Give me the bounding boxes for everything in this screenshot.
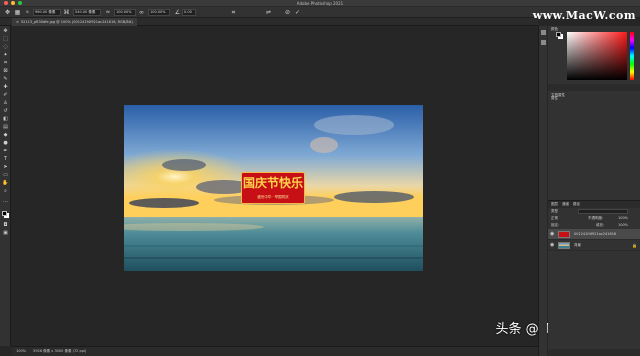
color-picker-field[interactable]: [567, 32, 627, 80]
move-tool-icon[interactable]: ✥: [2, 28, 9, 35]
site-watermark: www.MacW.com: [532, 9, 636, 22]
filter-icons[interactable]: [578, 209, 628, 214]
height-field[interactable]: 540.00 像素: [73, 9, 101, 16]
status-bar: 100% 5926 像素 x 3000 像素 (72 ppi): [12, 346, 538, 356]
panel-icon-strip: [538, 26, 547, 356]
festive-banner[interactable]: 国庆节快乐 盛世中华 · 举国同庆: [241, 172, 305, 204]
dodge-tool-icon[interactable]: ●: [2, 140, 9, 147]
path-selection-icon[interactable]: ➤: [2, 164, 9, 171]
chain-icon[interactable]: ∞: [138, 9, 145, 16]
layer-thumbnail: [558, 242, 570, 249]
blur-tool-icon[interactable]: ◆: [2, 132, 9, 139]
history-brush-icon[interactable]: ↺: [2, 108, 9, 115]
healing-brush-icon[interactable]: ✚: [2, 84, 9, 91]
banner-subtitle: 盛世中华 · 举国同庆: [257, 195, 289, 199]
shape-tool-icon[interactable]: ▭: [2, 172, 9, 179]
eraser-tool-icon[interactable]: ◧: [2, 116, 9, 123]
gradient-tool-icon[interactable]: ▤: [2, 124, 9, 131]
document-tab-label: 52113_pR30dfe.jpg @ 100% (001241f4f921ac…: [20, 20, 133, 24]
layers-panel: 图层 通道 路径 类型 正常 不透明度: 100% 锁定: 填充: 100% ◉: [548, 200, 640, 356]
opacity-value[interactable]: 100%: [618, 215, 628, 222]
right-panels: 颜色 属性 文档属性 图层 通道 路径 类型 正常 不透明度: 100% 锁定:…: [548, 26, 640, 356]
interpolation-icon[interactable]: ⇌: [265, 9, 272, 16]
frame-tool-icon[interactable]: ⊠: [2, 68, 9, 75]
cancel-transform-icon[interactable]: ⊘: [284, 9, 291, 16]
actions-panel-icon[interactable]: [541, 40, 546, 45]
stamp-tool-icon[interactable]: ♙: [2, 100, 9, 107]
foreground-color-swatch[interactable]: [2, 211, 7, 216]
properties-panel: 文档属性: [548, 92, 640, 212]
width-field[interactable]: 960.00 像素: [33, 9, 61, 16]
scale-height-field[interactable]: 100.00%: [148, 9, 170, 16]
layer-thumbnail: [558, 231, 570, 238]
layer-item[interactable]: ◉ 001241f4f921ac241616: [548, 229, 640, 240]
document-info[interactable]: 5926 像素 x 3000 像素 (72 ppi): [33, 349, 86, 353]
reference-point-icon[interactable]: ▦: [14, 9, 21, 16]
tab-paths[interactable]: 路径: [573, 201, 580, 208]
screen-mode-icon[interactable]: ▣: [2, 230, 9, 237]
pen-tool-icon[interactable]: ✒: [2, 148, 9, 155]
options-bar: ✥ ▦ X: 960.00 像素 ⌘ 540.00 像素 W: 100.00% …: [0, 7, 640, 22]
eyedropper-icon[interactable]: ✎: [2, 76, 9, 83]
history-panel-icon[interactable]: [541, 30, 546, 35]
hand-tool-icon[interactable]: ✋: [2, 180, 9, 187]
magic-wand-icon[interactable]: ✦: [2, 52, 9, 59]
layers-tab-bar: 图层 通道 路径: [548, 201, 640, 208]
tab-layers[interactable]: 图层: [551, 201, 558, 208]
app-title: Adobe Photoshop 2021: [296, 1, 344, 6]
fill-value[interactable]: 100%: [618, 222, 628, 229]
zoom-level[interactable]: 100%: [16, 349, 26, 353]
w-label: W:: [106, 10, 111, 14]
more-tools-icon[interactable]: …: [2, 198, 9, 205]
link-icon[interactable]: ⌘: [63, 9, 70, 16]
lock-label: 锁定:: [551, 223, 560, 227]
properties-subtitle: 文档属性: [551, 93, 565, 97]
layer-item[interactable]: ◉ 背景 🔒: [548, 240, 640, 251]
layer-name[interactable]: 001241f4f921ac241616: [574, 229, 616, 240]
brush-tool-icon[interactable]: ✐: [2, 92, 9, 99]
lasso-tool-icon[interactable]: ◌: [2, 44, 9, 51]
tab-channels[interactable]: 通道: [562, 201, 569, 208]
marquee-tool-icon[interactable]: ⬚: [2, 36, 9, 43]
layer-filter-row: 类型: [548, 208, 640, 215]
title-bar: Adobe Photoshop 2021: [0, 0, 640, 7]
document-tab[interactable]: × 52113_pR30dfe.jpg @ 100% (001241f4f921…: [12, 18, 137, 26]
move-tool-icon[interactable]: ✥: [4, 9, 11, 16]
commit-transform-icon[interactable]: ✓: [294, 9, 301, 16]
kind-filter-label[interactable]: 类型: [551, 209, 558, 213]
color-panel: 颜色: [548, 26, 640, 84]
document-tab-bar: × 52113_pR30dfe.jpg @ 100% (001241f4f921…: [0, 18, 538, 26]
scale-width-field[interactable]: 100.00%: [114, 9, 136, 16]
eye-icon[interactable]: ◉: [550, 229, 554, 240]
tools-panel: ✥ ⬚ ◌ ✦ ⌗ ⊠ ✎ ✚ ✐ ♙ ↺ ◧ ▤ ◆ ● ✒ T ➤ ▭ ✋ …: [0, 26, 11, 346]
properties-tab-bar: 属性: [548, 84, 640, 100]
type-tool-icon[interactable]: T: [2, 156, 9, 163]
angle-field[interactable]: 0.00: [182, 9, 196, 16]
layer-name[interactable]: 背景: [574, 240, 581, 251]
panel-fg-swatch[interactable]: [556, 32, 561, 37]
quick-mask-icon[interactable]: ◘: [2, 222, 9, 229]
photoshop-window: Adobe Photoshop 2021 ✥ ▦ X: 960.00 像素 ⌘ …: [0, 0, 640, 356]
fill-label: 填充:: [596, 223, 605, 227]
blend-mode-select[interactable]: 正常: [551, 216, 558, 220]
zoom-tool-icon[interactable]: ⌕: [2, 188, 9, 195]
lock-row: 锁定: 填充: 100%: [548, 222, 640, 229]
angle-icon: ∠: [174, 9, 181, 16]
opacity-label: 不透明度:: [588, 216, 604, 220]
eye-icon[interactable]: ◉: [550, 240, 554, 251]
banner-title: 国庆节快乐: [242, 176, 303, 190]
warp-mode-icon[interactable]: ⌗: [230, 9, 237, 16]
blend-row: 正常 不透明度: 100%: [548, 215, 640, 222]
x-label: X:: [26, 10, 30, 14]
lock-icon: 🔒: [632, 243, 637, 248]
close-tab-icon[interactable]: ×: [16, 18, 19, 26]
hue-slider[interactable]: [630, 32, 634, 80]
document-image[interactable]: 国庆节快乐 盛世中华 · 举国同庆: [124, 105, 423, 271]
layers-footer: [548, 349, 640, 356]
crop-tool-icon[interactable]: ⌗: [2, 60, 9, 67]
